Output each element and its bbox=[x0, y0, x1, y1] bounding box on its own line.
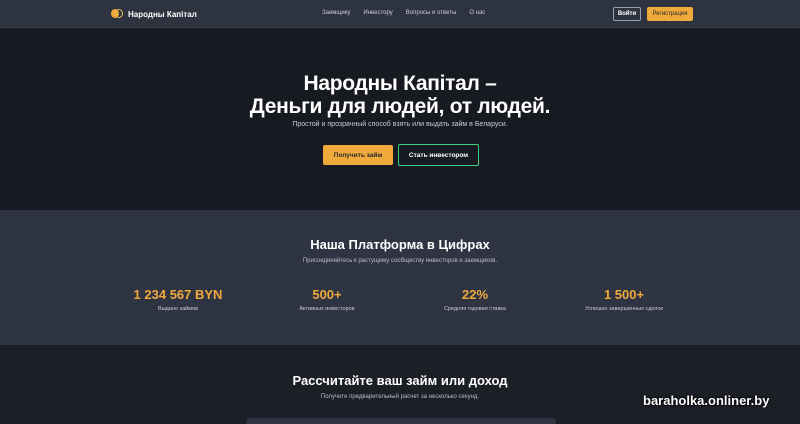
become-investor-button[interactable]: Стать инвестором bbox=[398, 144, 479, 166]
hero-title: Народны Капітал – Деньги для людей, от л… bbox=[0, 72, 800, 118]
brand[interactable]: Народны Капітал bbox=[111, 8, 197, 20]
login-button[interactable]: Войти bbox=[613, 7, 641, 21]
calculator-section: Рассчитайте ваш займ или доход Получите … bbox=[0, 345, 800, 424]
stats-title: Наша Платформа в Цифрах bbox=[310, 237, 490, 252]
hero-title-line2: Деньги для людей, от людей. bbox=[249, 95, 551, 118]
stat-completed-deals: 1 500+ Успешно завершенных сделок bbox=[524, 287, 724, 312]
stat-value: 1 500+ bbox=[603, 287, 645, 302]
stat-label: Успешно завершенных сделок bbox=[585, 306, 663, 312]
stats-section: Наша Платформа в Цифрах Присоединяйтесь … bbox=[0, 210, 800, 345]
hero-title-line1: Народны Капітал – bbox=[303, 72, 497, 95]
register-button[interactable]: Регистрация bbox=[647, 7, 693, 21]
coins-logo-icon bbox=[111, 8, 123, 20]
nav-link-about[interactable]: О нас bbox=[469, 10, 485, 16]
hero-subtitle: Простой и прозрачный способ взять или вы… bbox=[292, 121, 508, 128]
nav-link-faq[interactable]: Вопросы и ответы bbox=[406, 10, 457, 16]
calculator-panel bbox=[246, 418, 556, 424]
hero-section: Народны Капітал – Деньги для людей, от л… bbox=[0, 29, 800, 210]
calculator-title: Рассчитайте ваш займ или доход bbox=[292, 373, 508, 388]
main-nav: Заемщику Инвестору Вопросы и ответы О на… bbox=[322, 10, 498, 16]
navbar: Народны Капітал Заемщику Инвестору Вопро… bbox=[0, 0, 800, 28]
brand-name: Народны Капітал bbox=[128, 9, 197, 19]
get-loan-button[interactable]: Получить займ bbox=[323, 145, 393, 165]
nav-link-borrower[interactable]: Заемщику bbox=[322, 10, 350, 16]
watermark: baraholka.onliner.by bbox=[643, 393, 770, 408]
nav-link-investor[interactable]: Инвестору bbox=[363, 10, 392, 16]
stats-subtitle: Присоединяйтесь к растущему сообществу и… bbox=[302, 258, 498, 264]
